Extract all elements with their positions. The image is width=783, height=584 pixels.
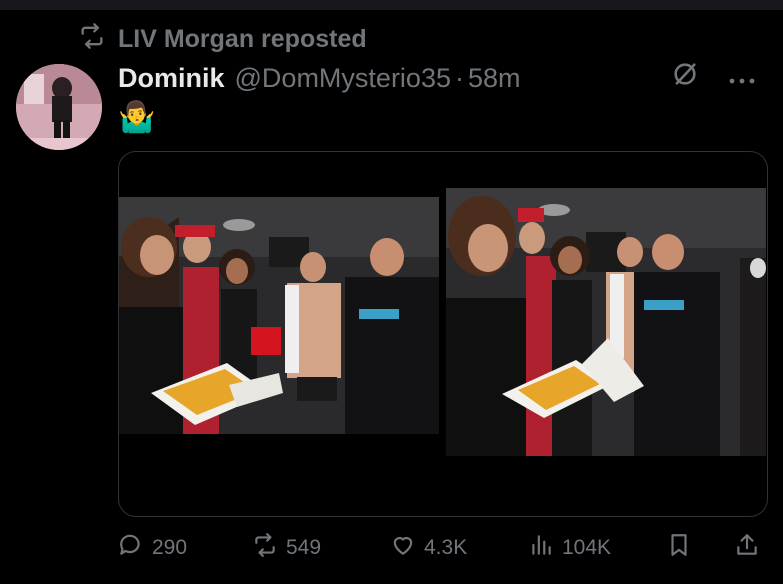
media-container[interactable] — [118, 151, 768, 517]
views-icon — [528, 532, 554, 564]
bookmark-icon — [666, 532, 692, 564]
heart-icon — [390, 532, 416, 564]
post-photo-2[interactable] — [446, 188, 766, 456]
bookmark-button[interactable] — [666, 532, 692, 564]
separator: · — [454, 62, 464, 93]
repost-indicator[interactable]: LIV Morgan reposted — [78, 22, 367, 57]
more-options-icon[interactable] — [729, 62, 755, 93]
repost-action-icon — [252, 532, 278, 564]
avatar[interactable] — [16, 64, 102, 150]
views-count: 104K — [562, 536, 612, 559]
repost-button[interactable]: 549 — [252, 532, 321, 564]
post-photo-1[interactable] — [119, 197, 439, 434]
display-name[interactable]: Dominik — [118, 63, 225, 94]
top-bar — [0, 0, 783, 10]
share-button[interactable] — [734, 532, 760, 564]
like-count: 4.3K — [424, 536, 468, 559]
reply-button[interactable]: 290 — [118, 532, 187, 564]
post-text: 🤷‍♂️ — [118, 101, 156, 134]
post-time[interactable]: 58m — [468, 63, 521, 94]
repost-icon — [78, 22, 106, 57]
grok-icon[interactable] — [671, 60, 699, 95]
views-button[interactable]: 104K — [528, 532, 611, 564]
reply-count: 290 — [152, 536, 188, 559]
action-bar: 290 549 4.3K 104K — [118, 528, 766, 568]
user-handle[interactable]: @DomMysterio35 — [235, 63, 451, 94]
repost-count: 549 — [286, 536, 322, 559]
post-header: Dominik @DomMysterio35 · 58m — [118, 58, 763, 98]
share-icon — [734, 532, 760, 564]
like-button[interactable]: 4.3K — [390, 532, 467, 564]
reply-icon — [118, 532, 144, 564]
repost-label: LIV Morgan reposted — [118, 24, 367, 53]
